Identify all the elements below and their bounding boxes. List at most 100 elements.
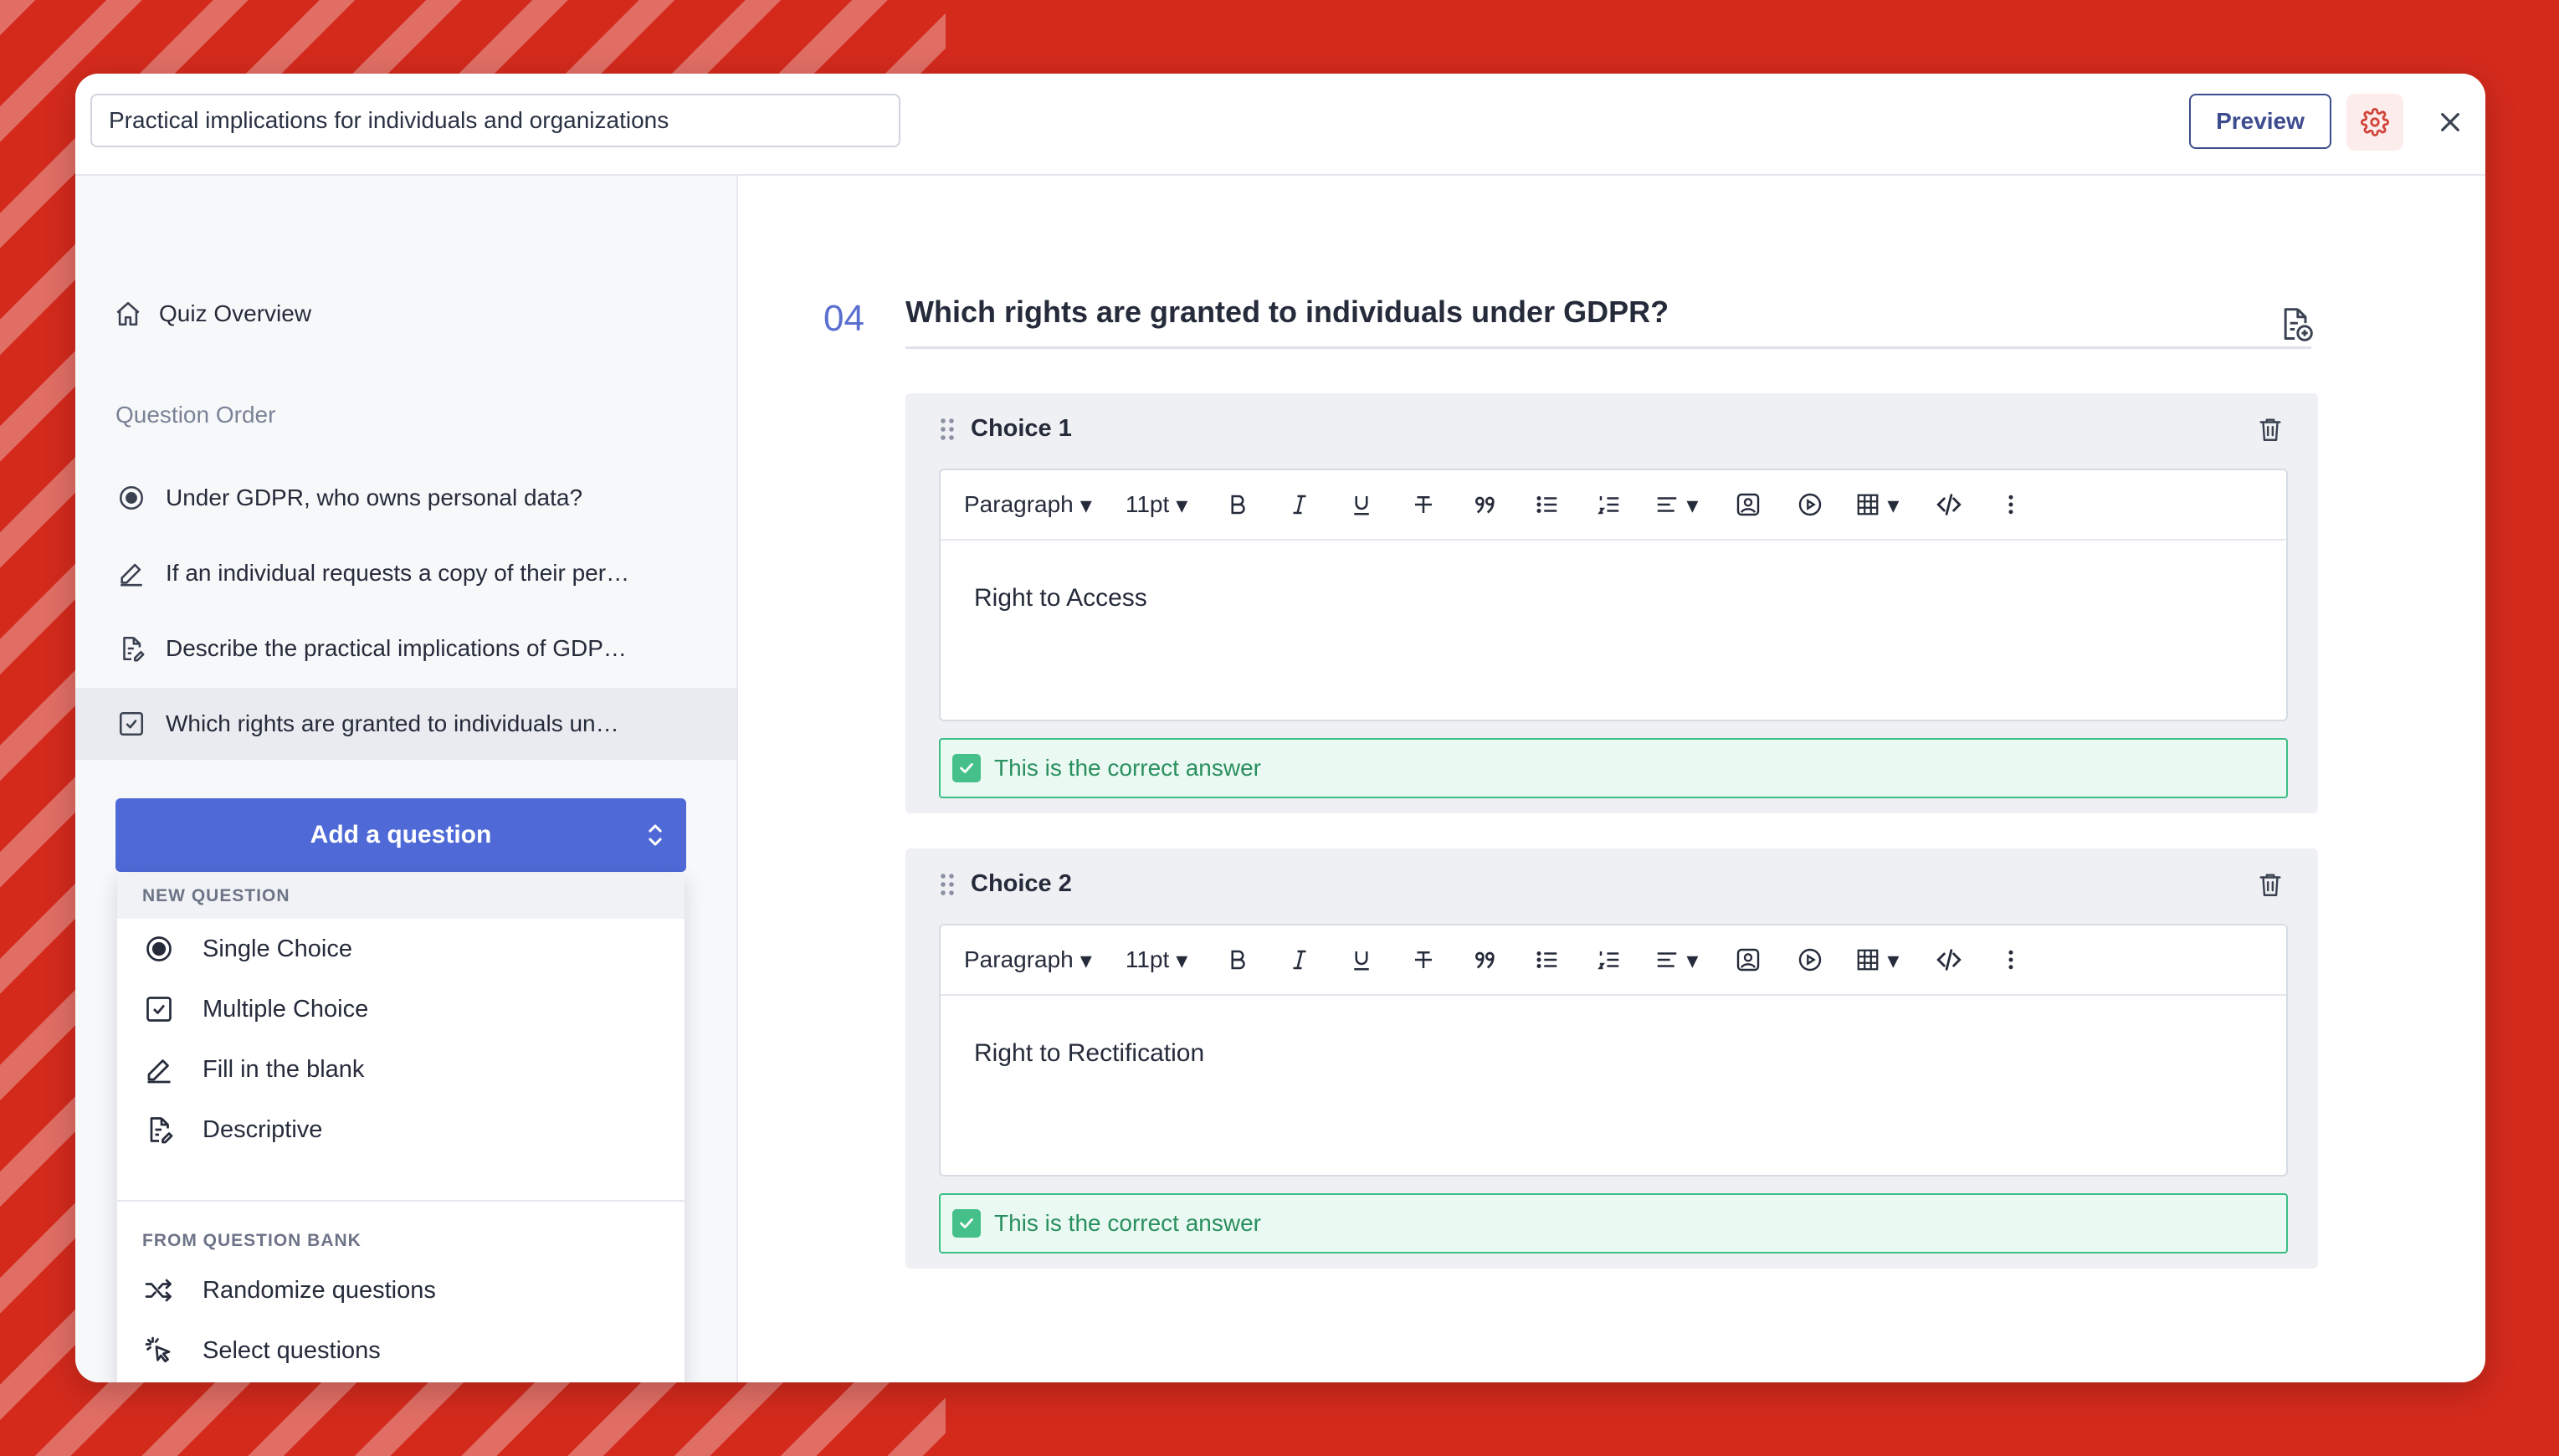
quote-button[interactable] [1469, 488, 1502, 521]
quote-button[interactable] [1469, 943, 1502, 977]
italic-button[interactable] [1283, 943, 1316, 977]
italic-icon [1293, 950, 1306, 970]
question-item-label: Which rights are granted to individuals … [166, 710, 619, 736]
code-icon [1936, 494, 1962, 515]
question-item-3[interactable]: Describe the practical implications of G… [75, 613, 736, 684]
quiz-overview-link[interactable]: Quiz Overview [114, 300, 311, 328]
menu-item-randomize-questions[interactable]: Randomize questions [117, 1260, 685, 1320]
choice-card-2: Choice 2 Paragraph ▾ 11pt ▾ ▾ ▾ Right to… [905, 848, 2318, 1269]
italic-icon [1293, 495, 1306, 515]
close-button[interactable] [2422, 94, 2479, 151]
table-dropdown[interactable]: ▾ [1855, 946, 1899, 974]
question-item-2[interactable]: If an individual requests a copy of thei… [75, 537, 736, 609]
insert-image-button[interactable] [1731, 943, 1765, 977]
font-size-dropdown[interactable]: 11pt ▾ [1126, 946, 1187, 974]
code-button[interactable] [1932, 488, 1966, 521]
underline-icon [1354, 496, 1370, 515]
align-dropdown[interactable]: ▾ [1654, 946, 1698, 974]
numbered-list-button[interactable] [1592, 943, 1626, 977]
document-add-icon [2284, 308, 2313, 341]
bold-button[interactable] [1221, 488, 1254, 521]
trash-icon[interactable] [2256, 415, 2285, 443]
menu-item-label: Single Choice [203, 935, 352, 962]
bullet-list-icon [1536, 951, 1557, 968]
bold-button[interactable] [1221, 943, 1254, 977]
menu-item-select-questions[interactable]: Select questions [117, 1320, 685, 1381]
bullet-list-button[interactable] [1531, 943, 1564, 977]
correct-answer-label: This is the correct answer [994, 755, 1261, 781]
add-question-button[interactable]: Add a question [115, 798, 686, 872]
caret-down-icon: ▾ [1079, 491, 1092, 518]
align-left-icon [1658, 497, 1677, 512]
strikethrough-button[interactable] [1407, 488, 1440, 521]
correct-answer-label: This is the correct answer [994, 1210, 1261, 1236]
choice-text[interactable]: Right to Access [974, 584, 1147, 613]
strikethrough-icon [1415, 496, 1433, 513]
menu-item-label: Multiple Choice [203, 995, 369, 1023]
question-item-1[interactable]: Under GDPR, who owns personal data? [75, 462, 736, 534]
underline-button[interactable] [1345, 943, 1378, 977]
caret-down-icon: ▾ [1079, 946, 1092, 973]
home-icon [116, 301, 140, 326]
insert-image-button[interactable] [1731, 488, 1765, 521]
question-item-4[interactable]: Which rights are granted to individuals … [75, 688, 736, 760]
numbered-list-button[interactable] [1592, 488, 1626, 521]
quiz-overview-label: Quiz Overview [159, 300, 312, 326]
question-title-field[interactable]: Which rights are granted to individuals … [905, 295, 2311, 349]
table-icon [1858, 949, 1879, 971]
add-explanation-button[interactable] [2278, 306, 2315, 347]
bullet-list-button[interactable] [1531, 488, 1564, 521]
quiz-editor-window: Preview Quiz Overview Question Order Un [75, 74, 2485, 1382]
code-button[interactable] [1932, 943, 1966, 977]
quote-icon [1475, 951, 1495, 969]
settings-button[interactable] [2346, 94, 2403, 151]
checkbox-checked-icon[interactable] [952, 754, 981, 782]
choice-text[interactable]: Right to Rectification [974, 1039, 1204, 1068]
descriptive-icon [123, 636, 145, 662]
font-size-dropdown[interactable]: 11pt ▾ [1126, 491, 1187, 519]
choice-header: Choice 2 [939, 870, 1072, 898]
align-dropdown[interactable]: ▾ [1654, 491, 1698, 519]
question-number: 04 [823, 298, 864, 339]
preview-button[interactable]: Preview [2189, 94, 2331, 149]
correct-answer-toggle[interactable]: This is the correct answer [939, 1193, 2288, 1253]
trash-icon[interactable] [2256, 870, 2285, 899]
paragraph-dropdown[interactable]: Paragraph ▾ [964, 946, 1092, 974]
menu-item-descriptive[interactable]: Descriptive [117, 1100, 685, 1160]
strikethrough-icon [1415, 951, 1433, 968]
table-dropdown[interactable]: ▾ [1855, 491, 1899, 519]
more-options-button[interactable] [1994, 488, 2028, 521]
rich-text-editor: Paragraph ▾ 11pt ▾ ▾ ▾ Right to Rectificat… [939, 924, 2288, 1177]
single-choice-icon [119, 485, 144, 510]
correct-answer-toggle[interactable]: This is the correct answer [939, 738, 2288, 798]
menu-item-fill-in-the-blank[interactable]: Fill in the blank [117, 1039, 685, 1100]
caret-down-icon: ▾ [1686, 946, 1699, 973]
strikethrough-button[interactable] [1407, 943, 1440, 977]
menu-item-label: Descriptive [203, 1115, 323, 1143]
choice-header: Choice 1 [939, 415, 1072, 443]
drag-handle-icon[interactable] [939, 872, 956, 897]
question-item-label: If an individual requests a copy of thei… [166, 560, 630, 586]
image-icon [1737, 493, 1760, 516]
add-question-menu: NEW QUESTION Single Choice Multiple Choi… [117, 874, 685, 1382]
more-vertical-icon [2008, 950, 2013, 970]
insert-video-button[interactable] [1793, 943, 1827, 977]
checkbox-checked-icon[interactable] [952, 1209, 981, 1238]
menu-item-single-choice[interactable]: Single Choice [117, 919, 685, 979]
italic-button[interactable] [1283, 488, 1316, 521]
menu-item-multiple-choice[interactable]: Multiple Choice [117, 979, 685, 1039]
more-options-button[interactable] [1994, 943, 2028, 977]
menu-item-label: Select questions [203, 1336, 381, 1364]
quiz-title-input[interactable] [90, 94, 900, 147]
numbered-list-icon [1597, 496, 1619, 515]
underline-button[interactable] [1345, 488, 1378, 521]
underline-icon [1354, 951, 1370, 971]
drag-handle-icon[interactable] [939, 417, 956, 442]
question-order-heading: Question Order [115, 402, 276, 428]
question-item-label: Under GDPR, who owns personal data? [166, 484, 583, 510]
insert-video-button[interactable] [1793, 488, 1827, 521]
bullet-list-icon [1536, 496, 1557, 513]
close-icon [2441, 113, 2459, 131]
paragraph-dropdown[interactable]: Paragraph ▾ [964, 491, 1092, 519]
gear-icon [2361, 108, 2389, 136]
